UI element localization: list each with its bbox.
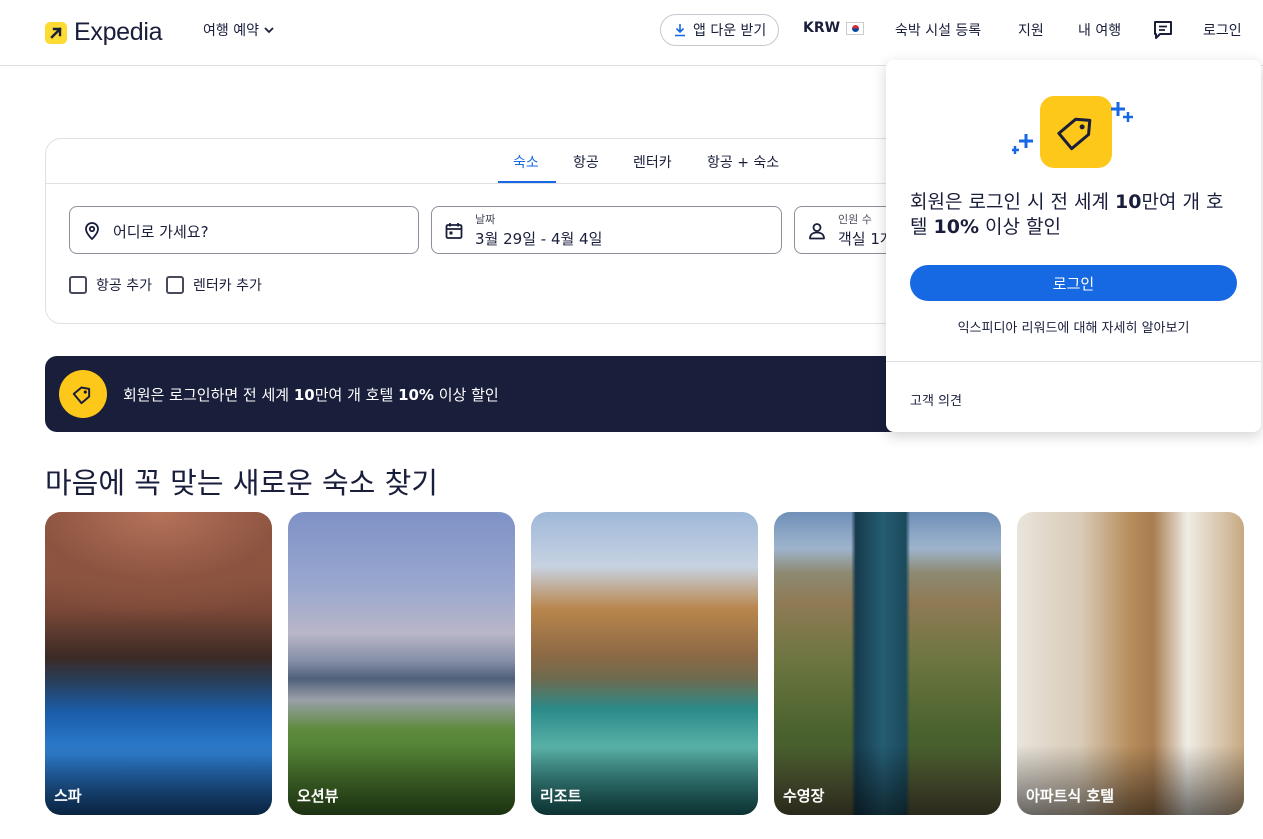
card-resort[interactable]: 리조트: [531, 512, 758, 815]
login-button[interactable]: 로그인: [910, 265, 1237, 301]
destination-placeholder: 어디로 가세요?: [113, 223, 209, 241]
member-discount-tag-icon: [1012, 96, 1133, 168]
date-label: 날짜: [475, 213, 496, 226]
my-trips-link[interactable]: 내 여행: [1078, 20, 1121, 40]
download-icon: [675, 24, 685, 37]
card-pool[interactable]: 수영장: [774, 512, 1001, 815]
card-label: 리조트: [540, 787, 582, 805]
section-title: 마음에 꼭 맞는 새로운 숙소 찾기: [45, 466, 438, 500]
date-field[interactable]: 날짜 3월 29일 - 4월 4일: [431, 206, 782, 254]
tab-flights[interactable]: 항공: [573, 152, 599, 172]
support-link[interactable]: 지원: [1018, 20, 1044, 40]
card-label: 스파: [54, 787, 82, 805]
active-tab-indicator: [498, 181, 556, 183]
add-car-checkbox[interactable]: 렌터카 추가: [166, 275, 262, 295]
list-property-link[interactable]: 숙박 시설 등록: [895, 20, 981, 40]
member-promo-banner[interactable]: 회원은 로그인하면 전 세계 10만여 개 호텔 10% 이상 할인: [45, 356, 945, 432]
add-flight-checkbox[interactable]: 항공 추가: [69, 275, 152, 295]
checkbox-box: [166, 276, 184, 294]
promo-text-mid: 만여 개 호텔: [314, 386, 399, 404]
add-flight-label: 항공 추가: [96, 278, 152, 294]
dropdown-title-post: 이상 할인: [979, 216, 1062, 238]
promo-text-post: 이상 할인: [433, 386, 499, 404]
currency-label: KRW: [803, 20, 841, 36]
expedia-logo-icon: [45, 21, 67, 44]
guests-label: 인원 수: [838, 213, 872, 226]
rewards-info-link[interactable]: 익스피디아 리워드에 대해 자세히 알아보기: [886, 317, 1261, 336]
chevron-down-icon: [264, 27, 274, 34]
card-ocean-view[interactable]: 오션뷰: [288, 512, 515, 815]
currency-selector[interactable]: KRW: [803, 20, 865, 36]
top-header: Expedia 여행 예약 앱 다운 받기 KRW 숙박 시설 등록 지원 내 …: [0, 0, 1263, 66]
trip-booking-menu[interactable]: 여행 예약: [203, 20, 275, 40]
chat-icon[interactable]: [1152, 19, 1174, 45]
trip-menu-label: 여행 예약: [203, 23, 259, 39]
price-tag-icon: [59, 370, 107, 418]
dropdown-title-pre: 회원은 로그인 시 전 세계: [910, 191, 1115, 213]
card-label: 오션뷰: [297, 787, 339, 805]
card-spa[interactable]: 스파: [45, 512, 272, 815]
checkbox-box: [69, 276, 87, 294]
date-value: 3월 29일 - 4월 4일: [475, 230, 603, 248]
card-label: 아파트식 호텔: [1026, 787, 1115, 805]
promo-text: 회원은 로그인하면 전 세계 10만여 개 호텔 10% 이상 할인: [123, 384, 499, 405]
dropdown-title: 회원은 로그인 시 전 세계 10만여 개 호텔 10% 이상 할인: [910, 190, 1240, 240]
feedback-link[interactable]: 고객 의견: [910, 390, 962, 409]
card-apartment-hotel[interactable]: 아파트식 호텔: [1017, 512, 1244, 815]
promo-text-bold-1: 10: [293, 386, 315, 404]
add-car-label: 렌터카 추가: [193, 278, 262, 294]
tab-packages[interactable]: 항공 + 숙소: [707, 152, 779, 172]
stay-type-cards: 스파 오션뷰 리조트 수영장 아파트식 호텔: [45, 512, 1245, 815]
person-icon: [809, 223, 825, 240]
promo-text-bold-2: 10%: [398, 386, 434, 404]
app-download-button[interactable]: 앱 다운 받기: [660, 14, 780, 46]
search-form: 숙소 항공 렌터카 항공 + 숙소 어디로 가세요? 날짜 3월 29일 - 4…: [45, 138, 954, 324]
korea-flag-icon: [846, 21, 865, 35]
expedia-logo[interactable]: Expedia: [45, 18, 163, 47]
promo-text-pre: 회원은 로그인하면 전 세계: [123, 386, 294, 404]
login-link[interactable]: 로그인: [1203, 20, 1242, 40]
divider: [886, 361, 1261, 362]
dropdown-title-bold-2: 10%: [933, 216, 980, 238]
login-dropdown: 회원은 로그인 시 전 세계 10만여 개 호텔 10% 이상 할인 로그인 익…: [886, 60, 1261, 432]
tab-cars[interactable]: 렌터카: [633, 152, 672, 172]
destination-field[interactable]: 어디로 가세요?: [69, 206, 419, 254]
calendar-icon: [445, 223, 463, 239]
location-pin-icon: [85, 222, 99, 241]
dropdown-title-bold-1: 10: [1115, 191, 1142, 213]
app-download-label: 앱 다운 받기: [693, 23, 767, 39]
brand-name: Expedia: [74, 18, 163, 46]
tab-stays[interactable]: 숙소: [513, 152, 539, 172]
search-tabs: 숙소 항공 렌터카 항공 + 숙소: [46, 139, 944, 184]
card-label: 수영장: [783, 787, 825, 805]
